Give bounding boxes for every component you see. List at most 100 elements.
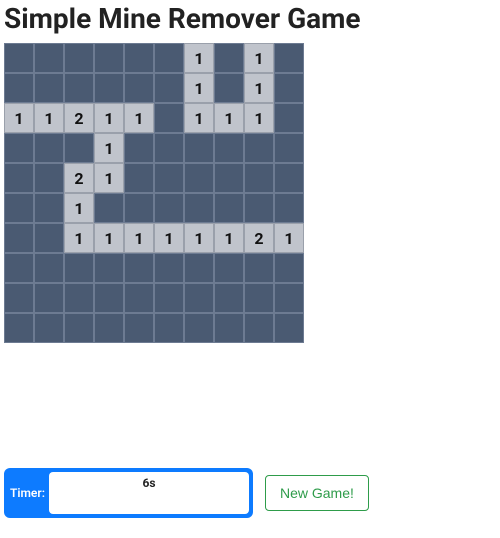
cell-unrevealed[interactable] bbox=[244, 313, 274, 343]
cell-unrevealed[interactable] bbox=[64, 43, 94, 73]
cell-revealed: 1 bbox=[154, 223, 184, 253]
cell-unrevealed[interactable] bbox=[154, 73, 184, 103]
cell-unrevealed[interactable] bbox=[274, 253, 304, 283]
cell-unrevealed[interactable] bbox=[184, 163, 214, 193]
cell-unrevealed[interactable] bbox=[94, 253, 124, 283]
cell-unrevealed[interactable] bbox=[64, 133, 94, 163]
cell-revealed: 1 bbox=[94, 223, 124, 253]
cell-unrevealed[interactable] bbox=[184, 253, 214, 283]
cell-unrevealed[interactable] bbox=[34, 163, 64, 193]
cell-unrevealed[interactable] bbox=[154, 193, 184, 223]
cell-revealed: 1 bbox=[64, 193, 94, 223]
cell-unrevealed[interactable] bbox=[244, 283, 274, 313]
cell-unrevealed[interactable] bbox=[94, 73, 124, 103]
cell-unrevealed[interactable] bbox=[34, 193, 64, 223]
cell-unrevealed[interactable] bbox=[244, 163, 274, 193]
cell-unrevealed[interactable] bbox=[274, 193, 304, 223]
cell-unrevealed[interactable] bbox=[274, 283, 304, 313]
cell-revealed: 1 bbox=[124, 223, 154, 253]
cell-unrevealed[interactable] bbox=[94, 283, 124, 313]
cell-unrevealed[interactable] bbox=[124, 193, 154, 223]
cell-unrevealed[interactable] bbox=[154, 283, 184, 313]
new-game-button[interactable]: New Game! bbox=[265, 475, 369, 511]
cell-revealed: 1 bbox=[94, 163, 124, 193]
cell-unrevealed[interactable] bbox=[274, 163, 304, 193]
cell-unrevealed[interactable] bbox=[244, 193, 274, 223]
cell-unrevealed[interactable] bbox=[124, 253, 154, 283]
timer-label: Timer: bbox=[8, 486, 49, 500]
cell-unrevealed[interactable] bbox=[64, 253, 94, 283]
cell-unrevealed[interactable] bbox=[214, 313, 244, 343]
cell-unrevealed[interactable] bbox=[154, 163, 184, 193]
cell-unrevealed[interactable] bbox=[64, 73, 94, 103]
cell-unrevealed[interactable] bbox=[274, 133, 304, 163]
cell-unrevealed[interactable] bbox=[184, 283, 214, 313]
cell-unrevealed[interactable] bbox=[274, 73, 304, 103]
cell-unrevealed[interactable] bbox=[124, 133, 154, 163]
cell-unrevealed[interactable] bbox=[4, 283, 34, 313]
cell-unrevealed[interactable] bbox=[124, 163, 154, 193]
cell-unrevealed[interactable] bbox=[214, 193, 244, 223]
cell-unrevealed[interactable] bbox=[214, 163, 244, 193]
cell-unrevealed[interactable] bbox=[154, 253, 184, 283]
cell-revealed: 2 bbox=[244, 223, 274, 253]
cell-unrevealed[interactable] bbox=[214, 43, 244, 73]
cell-unrevealed[interactable] bbox=[4, 163, 34, 193]
cell-unrevealed[interactable] bbox=[34, 223, 64, 253]
cell-unrevealed[interactable] bbox=[4, 223, 34, 253]
cell-revealed: 1 bbox=[124, 103, 154, 133]
cell-unrevealed[interactable] bbox=[34, 73, 64, 103]
cell-revealed: 1 bbox=[184, 223, 214, 253]
cell-unrevealed[interactable] bbox=[124, 43, 154, 73]
cell-unrevealed[interactable] bbox=[184, 313, 214, 343]
cell-unrevealed[interactable] bbox=[124, 73, 154, 103]
cell-unrevealed[interactable] bbox=[154, 103, 184, 133]
cell-unrevealed[interactable] bbox=[274, 103, 304, 133]
cell-unrevealed[interactable] bbox=[124, 283, 154, 313]
cell-unrevealed[interactable] bbox=[154, 43, 184, 73]
cell-unrevealed[interactable] bbox=[274, 313, 304, 343]
cell-unrevealed[interactable] bbox=[94, 313, 124, 343]
cell-unrevealed[interactable] bbox=[154, 313, 184, 343]
cell-unrevealed[interactable] bbox=[214, 73, 244, 103]
cell-unrevealed[interactable] bbox=[4, 313, 34, 343]
cell-unrevealed[interactable] bbox=[244, 133, 274, 163]
cell-revealed: 1 bbox=[94, 133, 124, 163]
cell-unrevealed[interactable] bbox=[94, 193, 124, 223]
cell-revealed: 1 bbox=[4, 103, 34, 133]
cell-revealed: 2 bbox=[64, 103, 94, 133]
cell-revealed: 1 bbox=[64, 223, 94, 253]
cell-unrevealed[interactable] bbox=[184, 133, 214, 163]
cell-unrevealed[interactable] bbox=[4, 133, 34, 163]
cell-unrevealed[interactable] bbox=[4, 73, 34, 103]
cell-unrevealed[interactable] bbox=[244, 253, 274, 283]
cell-revealed: 1 bbox=[214, 103, 244, 133]
cell-unrevealed[interactable] bbox=[4, 193, 34, 223]
cell-unrevealed[interactable] bbox=[34, 253, 64, 283]
cell-unrevealed[interactable] bbox=[214, 253, 244, 283]
cell-unrevealed[interactable] bbox=[4, 43, 34, 73]
cell-revealed: 1 bbox=[244, 103, 274, 133]
cell-unrevealed[interactable] bbox=[274, 43, 304, 73]
cell-unrevealed[interactable] bbox=[184, 193, 214, 223]
cell-revealed: 1 bbox=[244, 43, 274, 73]
cell-revealed: 1 bbox=[184, 103, 214, 133]
cell-unrevealed[interactable] bbox=[154, 133, 184, 163]
cell-unrevealed[interactable] bbox=[214, 283, 244, 313]
cell-unrevealed[interactable] bbox=[64, 313, 94, 343]
cell-revealed: 1 bbox=[94, 103, 124, 133]
cell-unrevealed[interactable] bbox=[34, 313, 64, 343]
cell-unrevealed[interactable] bbox=[34, 43, 64, 73]
cell-revealed: 1 bbox=[184, 73, 214, 103]
cell-unrevealed[interactable] bbox=[4, 253, 34, 283]
cell-unrevealed[interactable] bbox=[64, 283, 94, 313]
cell-unrevealed[interactable] bbox=[214, 133, 244, 163]
bottom-bar: Timer: 6s New Game! bbox=[4, 468, 369, 518]
cell-unrevealed[interactable] bbox=[34, 133, 64, 163]
cell-unrevealed[interactable] bbox=[34, 283, 64, 313]
timer-value: 6s bbox=[49, 472, 249, 514]
cell-unrevealed[interactable] bbox=[124, 313, 154, 343]
cell-unrevealed[interactable] bbox=[94, 43, 124, 73]
cell-revealed: 1 bbox=[244, 73, 274, 103]
cell-revealed: 1 bbox=[34, 103, 64, 133]
